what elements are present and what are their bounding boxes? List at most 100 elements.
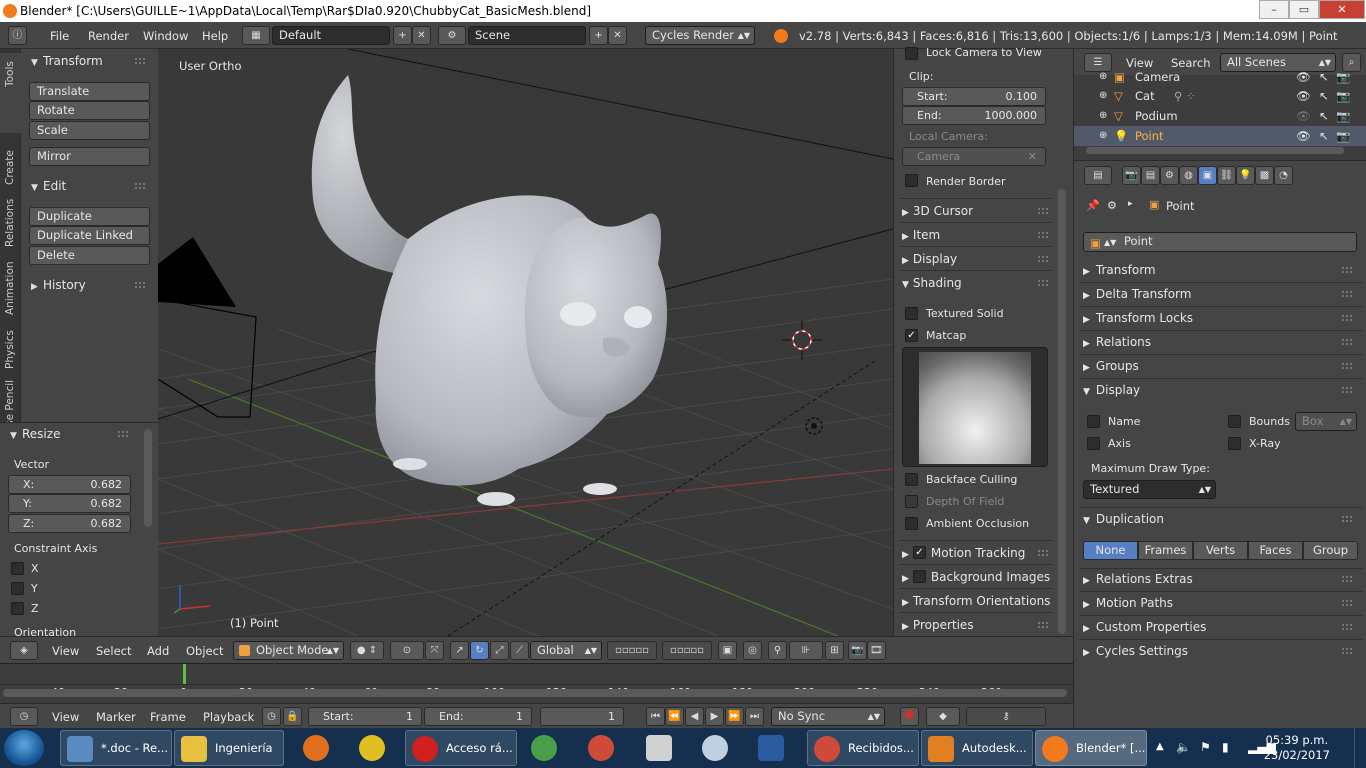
scene-field[interactable]: Scene — [468, 26, 586, 45]
manipulator-toggle[interactable]: ⤧ — [425, 641, 444, 660]
translate-manipulator[interactable]: ↗ — [450, 641, 469, 660]
outliner-row-cat[interactable]: ⊕ ▽ Cat ⚲ ⁘ 👁 ↖ 📷 — [1074, 86, 1366, 106]
render-animation-icon[interactable]: 🎞 — [867, 641, 886, 660]
translate-button[interactable]: Translate — [29, 82, 150, 101]
display-panel-header[interactable]: ▶ Display — [902, 249, 1054, 269]
local-camera-field[interactable]: Camera ✕ — [902, 147, 1046, 166]
constraint-y-checkbox[interactable] — [11, 582, 24, 595]
tab-animation[interactable]: Animation — [0, 259, 21, 325]
matcap-preview[interactable] — [902, 347, 1048, 467]
snap-target-icon[interactable]: ⊞ — [825, 641, 844, 660]
motion-paths-panel-header[interactable]: ▶ Motion Paths — [1083, 593, 1358, 613]
clip-start-field[interactable]: Start: 0.100 — [902, 87, 1046, 106]
redo-scrollbar[interactable] — [144, 429, 152, 527]
view3d-editor-type-icon[interactable]: ◈ — [10, 641, 38, 660]
constraint-z-checkbox[interactable] — [11, 602, 24, 615]
transform-orientations-panel-header[interactable]: ▶ Transform Orientations — [902, 591, 1054, 611]
history-panel-header[interactable]: ▶ History — [31, 275, 151, 295]
rotate-manipulator[interactable]: ↻ — [470, 641, 489, 660]
record-icon[interactable] — [900, 707, 919, 726]
texture-tab-icon[interactable]: ▩ — [1255, 166, 1274, 185]
outliner-hscrollbar[interactable] — [1086, 147, 1344, 154]
scale-manipulator[interactable]: ⤢ — [490, 641, 509, 660]
rotate-button[interactable]: Rotate — [29, 101, 150, 120]
dup-group-option[interactable]: Group — [1303, 541, 1358, 560]
maximize-button[interactable]: ▭ — [1289, 0, 1319, 19]
vector-x-field[interactable]: X: 0.682 — [8, 475, 131, 494]
ambient-occlusion-checkbox[interactable] — [905, 517, 918, 530]
dup-none-option[interactable]: None — [1083, 541, 1138, 560]
resize-panel-header[interactable]: ▼ Resize — [10, 424, 134, 444]
object-name-field[interactable]: ▣ ▲▼ Point — [1083, 232, 1357, 252]
remove-layout-icon[interactable]: ✕ — [412, 26, 431, 45]
snap-element-select[interactable]: ⊪ — [789, 641, 823, 660]
menu-view[interactable]: View — [52, 644, 79, 658]
menu-render[interactable]: Render — [88, 29, 129, 43]
menu-playback[interactable]: Playback — [203, 710, 254, 724]
depth-of-field-checkbox[interactable] — [905, 495, 918, 508]
physics-tab-icon[interactable]: ◔ — [1274, 166, 1293, 185]
delete-button[interactable]: Delete — [29, 246, 150, 265]
add-scene-icon[interactable]: + — [589, 26, 608, 45]
scene-icon[interactable]: ⚙ — [438, 26, 466, 45]
jump-end-icon[interactable]: ⏭ — [745, 707, 764, 726]
play-icon[interactable]: ▶ — [705, 707, 724, 726]
transform-panel-header[interactable]: ▼ Transform — [31, 51, 151, 71]
next-keyframe-icon[interactable]: ⏩ — [725, 707, 744, 726]
prev-keyframe-icon[interactable]: ⏪ — [665, 707, 684, 726]
transform-locks-panel-header[interactable]: ▶ Transform Locks — [1083, 308, 1358, 328]
tray-expand-icon[interactable]: ▲ — [1156, 741, 1164, 752]
show-desktop-button[interactable] — [1354, 728, 1366, 768]
taskbar-autodesk[interactable]: Autodesk... — [921, 730, 1033, 766]
frame-start-field[interactable]: Start: 1 — [308, 707, 422, 726]
render-tab-icon[interactable]: 📷 — [1122, 166, 1141, 185]
taskbar-word-doc[interactable]: *.doc - Re... — [60, 730, 172, 766]
constraint-x-checkbox[interactable] — [11, 562, 24, 575]
vector-y-field[interactable]: Y: 0.682 — [8, 494, 131, 513]
menu-frame[interactable]: Frame — [150, 710, 186, 724]
taskbar-word[interactable] — [752, 730, 790, 766]
remove-scene-icon[interactable]: ✕ — [608, 26, 627, 45]
transform-panel-header[interactable]: ▶ Transform — [1083, 260, 1358, 280]
tab-tools[interactable]: Tools — [0, 53, 21, 133]
taskbar-explorer[interactable]: Ingeniería — [174, 730, 284, 766]
taskbar-globe[interactable] — [525, 730, 563, 766]
duplication-panel-header[interactable]: ▼ Duplication — [1083, 509, 1358, 529]
layers-grid-a[interactable]: ▫▫▫▫▫ — [607, 641, 657, 660]
system-clock[interactable]: 05:39 p.m. 23/02/2017 — [1264, 733, 1330, 763]
menu-view[interactable]: View — [52, 710, 79, 724]
minimize-button[interactable]: – — [1259, 0, 1289, 19]
snap-toggle-icon[interactable]: ⚲ — [768, 641, 787, 660]
battery-icon[interactable]: ▮ — [1222, 740, 1229, 754]
flag-icon[interactable]: ⚑ — [1200, 740, 1211, 754]
delta-transform-panel-header[interactable]: ▶ Delta Transform — [1083, 284, 1358, 304]
render-engine-select[interactable]: Cycles Render ▲▼ — [645, 26, 755, 45]
close-button[interactable]: ✕ — [1319, 0, 1365, 19]
scale-button[interactable]: Scale — [29, 121, 150, 140]
proportional-edit-icon[interactable]: ◎ — [743, 641, 762, 660]
screen-layout-field[interactable]: Default — [272, 26, 390, 45]
play-reverse-icon[interactable]: ◀ — [685, 707, 704, 726]
tab-physics[interactable]: Physics — [0, 327, 21, 379]
bounds-type-select[interactable]: Box ▲▼ — [1295, 412, 1357, 431]
display-axis-checkbox[interactable] — [1087, 437, 1100, 450]
display-name-checkbox[interactable] — [1087, 415, 1100, 428]
clip-end-field[interactable]: End: 1000.000 — [902, 106, 1046, 125]
menu-object[interactable]: Object — [186, 644, 223, 658]
start-button[interactable] — [4, 730, 44, 766]
scene-tab-icon[interactable]: ⚙ — [1160, 166, 1179, 185]
matcap-checkbox[interactable]: ✓ — [905, 329, 918, 342]
3d-cursor-panel-header[interactable]: ▶ 3D Cursor — [902, 201, 1054, 221]
timeline-scrollbar[interactable] — [3, 689, 1067, 697]
taskbar-skype[interactable] — [353, 730, 391, 766]
lock-layers-icon[interactable]: ▣ — [718, 641, 737, 660]
dup-verts-option[interactable]: Verts — [1193, 541, 1248, 560]
screen-layout-icon[interactable]: ▦ — [242, 26, 270, 45]
timeline-editor-type-icon[interactable]: ◷ — [10, 707, 38, 726]
info-editor-type-icon[interactable]: ⓘ — [8, 26, 27, 45]
pin-icon[interactable]: 📌 — [1086, 199, 1100, 212]
layers-grid-b[interactable]: ▫▫▫▫▫ — [662, 641, 712, 660]
properties-panel-header[interactable]: ▶ Properties — [902, 615, 1054, 635]
menu-help[interactable]: Help — [202, 29, 228, 43]
timeline[interactable]: -40 -20 0 20 40 60 80 100 120 140 160 18… — [0, 663, 1073, 703]
